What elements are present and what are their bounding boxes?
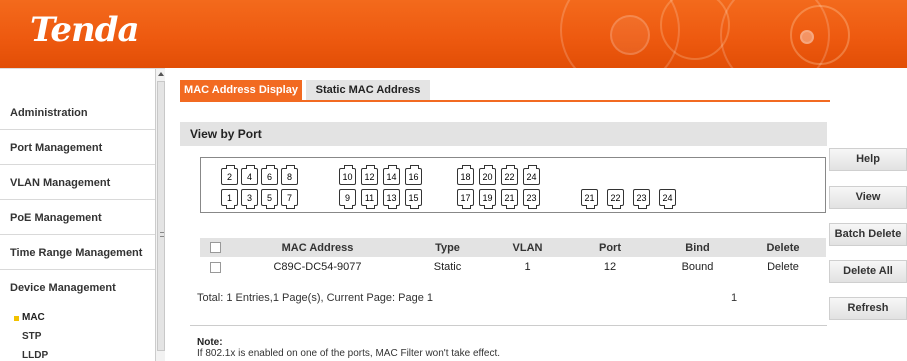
tab-underline: [180, 100, 830, 102]
port-button[interactable]: 22: [501, 165, 518, 185]
port-button[interactable]: 2: [221, 165, 238, 185]
tab-mac-address-display[interactable]: MAC Address Display: [180, 80, 302, 101]
tenda-logo: Tenda: [30, 10, 140, 50]
tab-static-mac-address[interactable]: Static MAC Address: [306, 80, 430, 101]
port-button[interactable]: 24: [659, 189, 676, 209]
port-button[interactable]: 8: [281, 165, 298, 185]
port-button[interactable]: 20: [479, 165, 496, 185]
select-all-cell: [200, 238, 230, 257]
column-header-delete: Delete: [740, 238, 826, 257]
column-header-type: Type: [405, 238, 490, 257]
port-button[interactable]: 22: [607, 189, 624, 209]
port-button[interactable]: 4: [241, 165, 258, 185]
view-button[interactable]: View: [829, 186, 907, 209]
port-button[interactable]: 18: [457, 165, 474, 185]
active-marker-icon: [14, 316, 19, 321]
cell-vlan: 1: [524, 261, 531, 273]
row-delete-link[interactable]: Delete: [740, 257, 826, 277]
sidebar-item-port-management[interactable]: Port Management: [0, 131, 155, 165]
column-header-mac: MAC Address: [230, 238, 405, 257]
column-header-vlan: VLAN: [490, 238, 565, 257]
decoration-circle: [800, 30, 814, 44]
port-button[interactable]: 5: [261, 189, 278, 209]
cell-type: Static: [433, 261, 462, 273]
port-button[interactable]: 16: [405, 165, 422, 185]
port-button[interactable]: 7: [281, 189, 298, 209]
mac-address-table: MAC Address Type VLAN Port Bind Delete C…: [200, 238, 826, 277]
cell-mac: C89C-DC54-9077: [273, 261, 362, 273]
port-button[interactable]: 21: [501, 189, 518, 209]
column-header-port: Port: [565, 238, 655, 257]
sidebar-subitem-lldp[interactable]: LLDP: [22, 350, 48, 361]
scroll-up-arrow-icon[interactable]: [158, 72, 164, 76]
port-button[interactable]: 3: [241, 189, 258, 209]
port-button[interactable]: 23: [523, 189, 540, 209]
port-button[interactable]: 19: [479, 189, 496, 209]
port-button[interactable]: 23: [633, 189, 650, 209]
header-banner: Tenda: [0, 0, 907, 68]
select-all-checkbox[interactable]: [209, 242, 221, 254]
delete-all-button[interactable]: Delete All: [829, 260, 907, 283]
sidebar-scrollbar[interactable]: [155, 69, 165, 361]
decoration-circle: [610, 15, 650, 55]
port-button[interactable]: 13: [383, 189, 400, 209]
page-number-link[interactable]: 1: [731, 292, 737, 304]
row-checkbox[interactable]: [209, 261, 221, 273]
port-button[interactable]: 10: [339, 165, 356, 185]
help-button[interactable]: Help: [829, 148, 907, 171]
sidebar-item-device-management[interactable]: Device Management: [0, 271, 155, 305]
port-button[interactable]: 17: [457, 189, 474, 209]
sidebar-subitem-stp[interactable]: STP: [22, 331, 41, 342]
sidebar-subitem-label: MAC: [22, 312, 45, 323]
sidebar-item-administration[interactable]: Administration: [0, 96, 155, 130]
refresh-button[interactable]: Refresh: [829, 297, 907, 320]
port-button[interactable]: 9: [339, 189, 356, 209]
batch-delete-button[interactable]: Batch Delete: [829, 223, 907, 246]
sidebar-subitem-mac[interactable]: MAC: [14, 312, 45, 323]
sidebar-item-vlan-management[interactable]: VLAN Management: [0, 166, 155, 200]
note-title: Note:: [197, 337, 223, 348]
port-button[interactable]: 15: [405, 189, 422, 209]
sidebar-item-time-range-management[interactable]: Time Range Management: [0, 236, 155, 270]
port-button[interactable]: 1: [221, 189, 238, 209]
port-button[interactable]: 24: [523, 165, 540, 185]
cell-bind: Bound: [681, 261, 714, 273]
port-panel: 2 4 6 8 10 12 14 16 18 20 22 24 1 3 5 7 …: [200, 157, 826, 213]
port-button[interactable]: 14: [383, 165, 400, 185]
decoration-circle: [790, 5, 850, 65]
table-header-row: MAC Address Type VLAN Port Bind Delete: [200, 238, 826, 257]
cell-port: 12: [603, 261, 617, 273]
table-row: C89C-DC54-9077 Static 1 12 Bound Delete: [200, 257, 826, 277]
note-text: If 802.1x is enabled on one of the ports…: [197, 348, 501, 359]
section-title: View by Port: [180, 122, 827, 146]
port-button[interactable]: 11: [361, 189, 378, 209]
sidebar: Administration Port Management VLAN Mana…: [0, 68, 165, 361]
port-button[interactable]: 12: [361, 165, 378, 185]
scrollbar-grip-icon: [160, 232, 164, 237]
port-button[interactable]: 21: [581, 189, 598, 209]
row-select-cell: [200, 257, 230, 277]
port-button[interactable]: 6: [261, 165, 278, 185]
column-header-bind: Bind: [655, 238, 740, 257]
scrollbar-thumb[interactable]: [157, 81, 165, 351]
sidebar-item-poe-management[interactable]: PoE Management: [0, 201, 155, 235]
pagination-summary: Total: 1 Entries,1 Page(s), Current Page…: [197, 292, 434, 304]
divider: [190, 325, 827, 326]
